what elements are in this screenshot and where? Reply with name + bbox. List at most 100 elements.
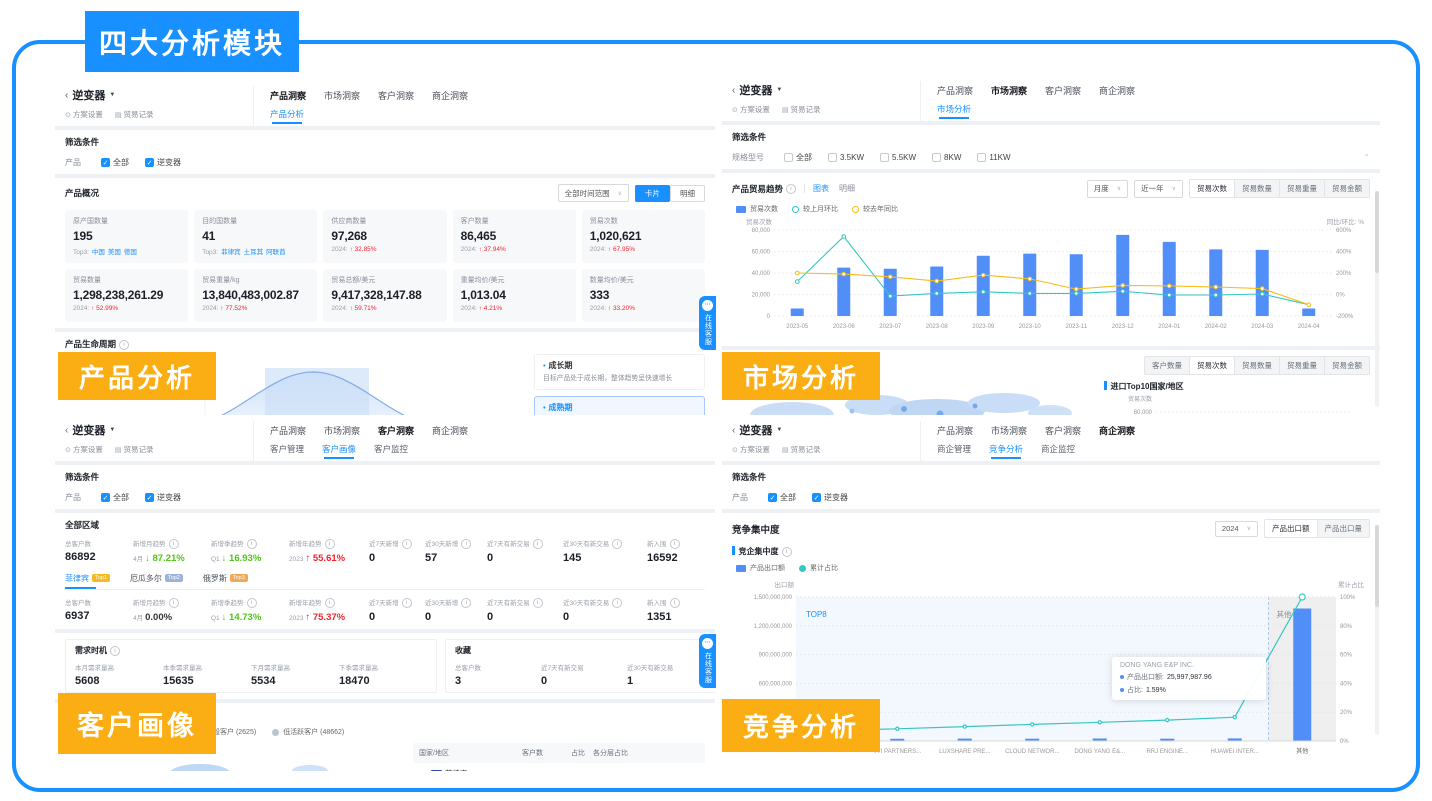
checkbox-5.5KW[interactable]: 5.5KW: [880, 153, 916, 162]
plan-settings-link[interactable]: ⊙方案设置: [732, 104, 770, 115]
stage-card-成熟期[interactable]: •成熟期目标产品处于成熟期，整体趋势呈平稳增长: [534, 396, 705, 415]
back-icon[interactable]: ‹: [65, 425, 68, 436]
checkbox-8KW[interactable]: 8KW: [932, 153, 961, 162]
checkbox-全部[interactable]: ✓全部: [101, 492, 129, 503]
metric-贸易数量[interactable]: 贸易数量: [1235, 357, 1280, 374]
stage-card-成长期[interactable]: •成长期目标产品处于成长期，整体趋势呈快速增长: [534, 354, 705, 390]
tab-产品洞察[interactable]: 产品洞察: [270, 424, 306, 437]
country-link[interactable]: 阿联酋: [266, 249, 286, 256]
tab-客户洞察[interactable]: 客户洞察: [378, 424, 414, 437]
subtab-客户监控[interactable]: 客户监控: [374, 443, 408, 459]
subtab-客户管理[interactable]: 客户管理: [270, 443, 304, 459]
checkbox-box[interactable]: [828, 153, 837, 162]
checkbox-box[interactable]: ✓: [101, 493, 110, 502]
product-selector[interactable]: 逆变器: [72, 422, 105, 438]
product-selector[interactable]: 逆变器: [739, 422, 772, 438]
metric-贸易金额[interactable]: 贸易金额: [1325, 357, 1369, 374]
checkbox-box[interactable]: ✓: [768, 493, 777, 502]
tab-商企洞察[interactable]: 商企洞察: [432, 424, 468, 437]
tab-商企洞察[interactable]: 商企洞察: [1099, 84, 1135, 97]
view-明细[interactable]: 明细: [670, 185, 705, 202]
plan-settings-link[interactable]: ⊙方案设置: [65, 109, 103, 120]
view-图表[interactable]: 图表: [813, 184, 829, 193]
trade-records-link[interactable]: ▤贸易记录: [115, 444, 154, 455]
checkbox-逆变器[interactable]: ✓逆变器: [145, 492, 181, 503]
checkbox-逆变器[interactable]: ✓逆变器: [812, 492, 848, 503]
range-select[interactable]: 近一年∨: [1134, 180, 1183, 198]
period-select[interactable]: 月度∨: [1087, 180, 1128, 198]
trade-records-link[interactable]: ▤贸易记录: [782, 444, 821, 455]
metric-贸易次数[interactable]: 贸易次数: [1190, 357, 1235, 374]
metric-贸易数量[interactable]: 贸易数量: [1235, 180, 1280, 197]
tab-客户洞察[interactable]: 客户洞察: [1045, 424, 1081, 437]
table-row[interactable]: 1菲律宾65677.50%: [413, 763, 705, 771]
back-icon[interactable]: ‹: [732, 85, 735, 96]
plan-settings-link[interactable]: ⊙方案设置: [732, 444, 770, 455]
tab-产品洞察[interactable]: 产品洞察: [937, 84, 973, 97]
scrollbar[interactable]: [1375, 525, 1379, 735]
tab-市场洞察[interactable]: 市场洞察: [991, 84, 1027, 97]
time-range-select[interactable]: 全部时间范围∨: [558, 184, 629, 202]
subtab-市场分析[interactable]: 市场分析: [937, 103, 971, 119]
metric-贸易重量[interactable]: 贸易重量: [1280, 180, 1325, 197]
view-明细[interactable]: 明细: [839, 184, 855, 193]
tab-客户洞察[interactable]: 客户洞察: [378, 89, 414, 102]
subtab-客户画像[interactable]: 客户画像: [322, 443, 356, 459]
checkbox-box[interactable]: [932, 153, 941, 162]
checkbox-box[interactable]: ✓: [145, 493, 154, 502]
checkbox-box[interactable]: [880, 153, 889, 162]
checkbox-逆变器[interactable]: ✓逆变器: [145, 157, 181, 168]
country-tab-菲律宾[interactable]: 菲律宾Top1: [65, 573, 110, 589]
product-selector[interactable]: 逆变器: [72, 87, 105, 103]
subtab-商企监控[interactable]: 商企监控: [1041, 443, 1075, 459]
subtab-商企管理[interactable]: 商企管理: [937, 443, 971, 459]
checkbox-box[interactable]: ✓: [145, 158, 154, 167]
trade-records-link[interactable]: ▤贸易记录: [782, 104, 821, 115]
checkbox-3.5KW[interactable]: 3.5KW: [828, 153, 864, 162]
collapse-icon[interactable]: ⌃: [1363, 153, 1370, 162]
checkbox-box[interactable]: ✓: [812, 493, 821, 502]
tab-市场洞察[interactable]: 市场洞察: [324, 424, 360, 437]
country-tab-厄瓜多尔[interactable]: 厄瓜多尔Top2: [130, 573, 183, 589]
subtab-产品分析[interactable]: 产品分析: [270, 108, 304, 124]
checkbox-box[interactable]: [977, 153, 986, 162]
metric-贸易金额[interactable]: 贸易金额: [1325, 180, 1369, 197]
online-service-button[interactable]: ··· 在线客服: [699, 634, 716, 688]
year-select[interactable]: 2024∨: [1215, 521, 1258, 537]
country-link[interactable]: 中国: [92, 249, 105, 256]
svg-text:40%: 40%: [1340, 681, 1353, 687]
checkbox-全部[interactable]: ✓全部: [768, 492, 796, 503]
tab-商企洞察[interactable]: 商企洞察: [432, 89, 468, 102]
metric-产品出口额[interactable]: 产品出口额: [1265, 520, 1318, 537]
product-selector[interactable]: 逆变器: [739, 82, 772, 98]
tab-市场洞察[interactable]: 市场洞察: [324, 89, 360, 102]
checkbox-全部[interactable]: 全部: [784, 152, 812, 163]
country-link[interactable]: 土耳其: [244, 249, 264, 256]
tab-商企洞察[interactable]: 商企洞察: [1099, 424, 1135, 437]
tab-市场洞察[interactable]: 市场洞察: [991, 424, 1027, 437]
online-service-button[interactable]: ··· 在线客服: [699, 296, 716, 350]
country-link[interactable]: 菲律宾: [221, 249, 241, 256]
checkbox-全部[interactable]: ✓全部: [101, 157, 129, 168]
metric-产品出口量[interactable]: 产品出口量: [1318, 520, 1370, 537]
metric-客户数量[interactable]: 客户数量: [1145, 357, 1190, 374]
country-link[interactable]: 德国: [124, 249, 137, 256]
country-link[interactable]: 美国: [108, 249, 121, 256]
country-tab-俄罗斯[interactable]: 俄罗斯Top3: [203, 573, 248, 589]
tab-产品洞察[interactable]: 产品洞察: [937, 424, 973, 437]
scrollbar[interactable]: [1375, 191, 1379, 407]
trade-records-link[interactable]: ▤贸易记录: [115, 109, 154, 120]
svg-text:2023-11: 2023-11: [1065, 324, 1087, 330]
checkbox-box[interactable]: ✓: [101, 158, 110, 167]
tab-产品洞察[interactable]: 产品洞察: [270, 89, 306, 102]
tab-客户洞察[interactable]: 客户洞察: [1045, 84, 1081, 97]
back-icon[interactable]: ‹: [732, 425, 735, 436]
metric-贸易重量[interactable]: 贸易重量: [1280, 357, 1325, 374]
back-icon[interactable]: ‹: [65, 90, 68, 101]
subtab-竞争分析[interactable]: 竞争分析: [989, 443, 1023, 459]
checkbox-box[interactable]: [784, 153, 793, 162]
metric-贸易次数[interactable]: 贸易次数: [1190, 180, 1235, 197]
checkbox-11KW[interactable]: 11KW: [977, 153, 1010, 162]
view-卡片[interactable]: 卡片: [635, 185, 670, 202]
plan-settings-link[interactable]: ⊙方案设置: [65, 444, 103, 455]
